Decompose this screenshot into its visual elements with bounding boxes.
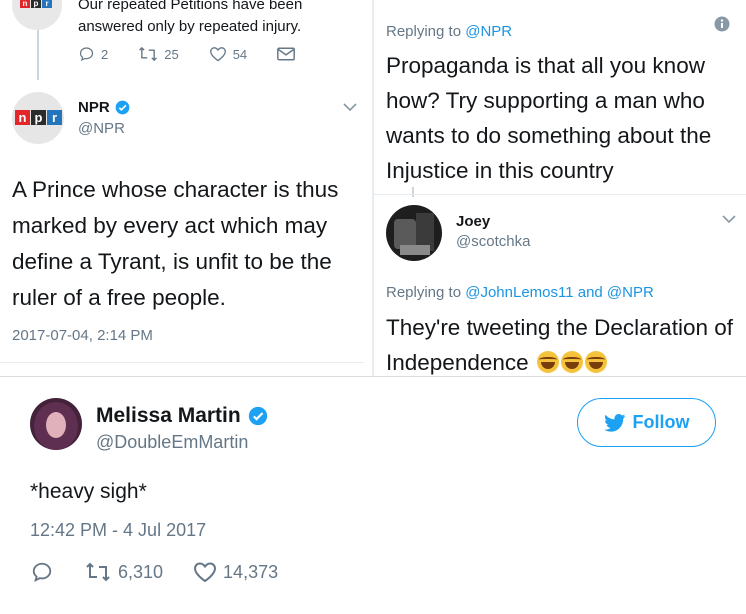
laughing-emoji-icon (536, 351, 559, 373)
author-name: NPR (78, 99, 110, 116)
info-icon[interactable] (714, 16, 730, 32)
replying-to-link[interactable]: @JohnLemos11 and @NPR (465, 284, 654, 301)
twitter-bird-icon (603, 413, 625, 432)
npr-thread-pane: n p r Our repeated Petitions have been a… (0, 0, 364, 376)
retweet-button[interactable]: 6,310 (84, 562, 163, 583)
follow-button[interactable]: Follow (577, 398, 716, 447)
avatar-photo-shape (400, 245, 430, 255)
npr-logo-letter: p (31, 110, 46, 125)
author-display-name[interactable]: Melissa Martin (96, 404, 268, 428)
npr-logo-letter: p (31, 0, 41, 8)
main-tweet-card: Melissa Martin @DoubleEmMartin Follow *h… (0, 377, 746, 614)
laughing-emoji-icon (584, 351, 607, 373)
reply-text: They're tweeting the Declaration of Inde… (386, 315, 733, 375)
mail-icon (277, 47, 296, 61)
chevron-down-icon[interactable] (343, 103, 357, 112)
like-button[interactable]: 14,373 (193, 561, 278, 583)
reply-icon (32, 562, 52, 582)
npr-tweet-text: A Prince whose character is thus marked … (12, 177, 339, 310)
embedded-screenshot: n p r Our repeated Petitions have been a… (0, 0, 746, 376)
divider (0, 362, 364, 363)
reply-tweet-text: Propaganda is that all you know how? Try… (386, 53, 712, 183)
heart-icon (209, 47, 226, 62)
retweet-button[interactable]: 25 (138, 46, 179, 62)
retweet-count: 25 (164, 46, 179, 62)
replying-to-link[interactable]: @NPR (465, 23, 512, 40)
reply-button[interactable] (30, 561, 54, 583)
previous-tweet-text: Our repeated Petitions have been answere… (78, 0, 303, 35)
replies-pane: Replying to @NPR Propaganda is that all … (374, 0, 746, 376)
replying-prefix: Replying to (386, 23, 466, 40)
verified-icon (248, 406, 267, 426)
npr-logo-letter: r (42, 0, 52, 8)
joey-handle[interactable]: @scotchka (456, 233, 530, 250)
retweet-icon (86, 562, 110, 582)
follow-label: Follow (632, 412, 690, 432)
divider (374, 194, 746, 195)
npr-logo-mini: n p r (20, 0, 52, 8)
laughing-emoji-icon (560, 351, 583, 373)
thread-connector (412, 187, 414, 197)
tweet-text: *heavy sigh* (30, 480, 147, 503)
npr-logo-letter: r (47, 110, 62, 125)
reply-button[interactable]: 2 (78, 46, 108, 62)
like-button[interactable]: 54 (209, 46, 247, 62)
verified-icon (115, 100, 130, 115)
like-count: 14,373 (223, 561, 279, 582)
npr-logo-letter: n (15, 110, 30, 125)
joey-display-name[interactable]: Joey (456, 213, 490, 230)
tweet-actions: 6,310 14,373 (30, 561, 278, 583)
avatar-photo-shape (30, 398, 82, 450)
npr-display-name[interactable]: NPR (78, 99, 130, 116)
npr-logo: n p r (15, 110, 62, 125)
replying-to-line: Replying to @JohnLemos11 and @NPR (386, 284, 654, 301)
author-name: Melissa Martin (96, 404, 241, 427)
previous-tweet-actions: 2 25 54 (78, 46, 325, 62)
like-count: 54 (232, 46, 248, 62)
npr-tweet-timestamp[interactable]: 2017-07-04, 2:14 PM (12, 327, 153, 344)
reply-icon (79, 47, 94, 62)
author-handle[interactable]: @DoubleEmMartin (96, 432, 248, 453)
tweet-timestamp[interactable]: 12:42 PM - 4 Jul 2017 (30, 520, 206, 541)
reply-tweet-text: They're tweeting the Declaration of Inde… (386, 310, 736, 376)
retweet-icon (139, 46, 158, 62)
npr-logo-letter: n (20, 0, 30, 8)
npr-avatar-previous[interactable]: n p r (12, 0, 62, 30)
chevron-down-icon[interactable] (722, 215, 736, 224)
replying-prefix: Replying to (386, 284, 466, 301)
heart-icon (194, 562, 217, 583)
direct-message-button[interactable] (277, 47, 296, 61)
replying-to-line: Replying to @NPR (386, 23, 512, 40)
npr-avatar[interactable]: n p r (12, 92, 64, 144)
melissa-avatar[interactable] (30, 398, 82, 450)
retweet-count: 6,310 (118, 561, 164, 582)
joey-avatar[interactable] (386, 205, 442, 261)
npr-handle[interactable]: @NPR (78, 120, 125, 137)
reply-count: 2 (101, 46, 109, 62)
